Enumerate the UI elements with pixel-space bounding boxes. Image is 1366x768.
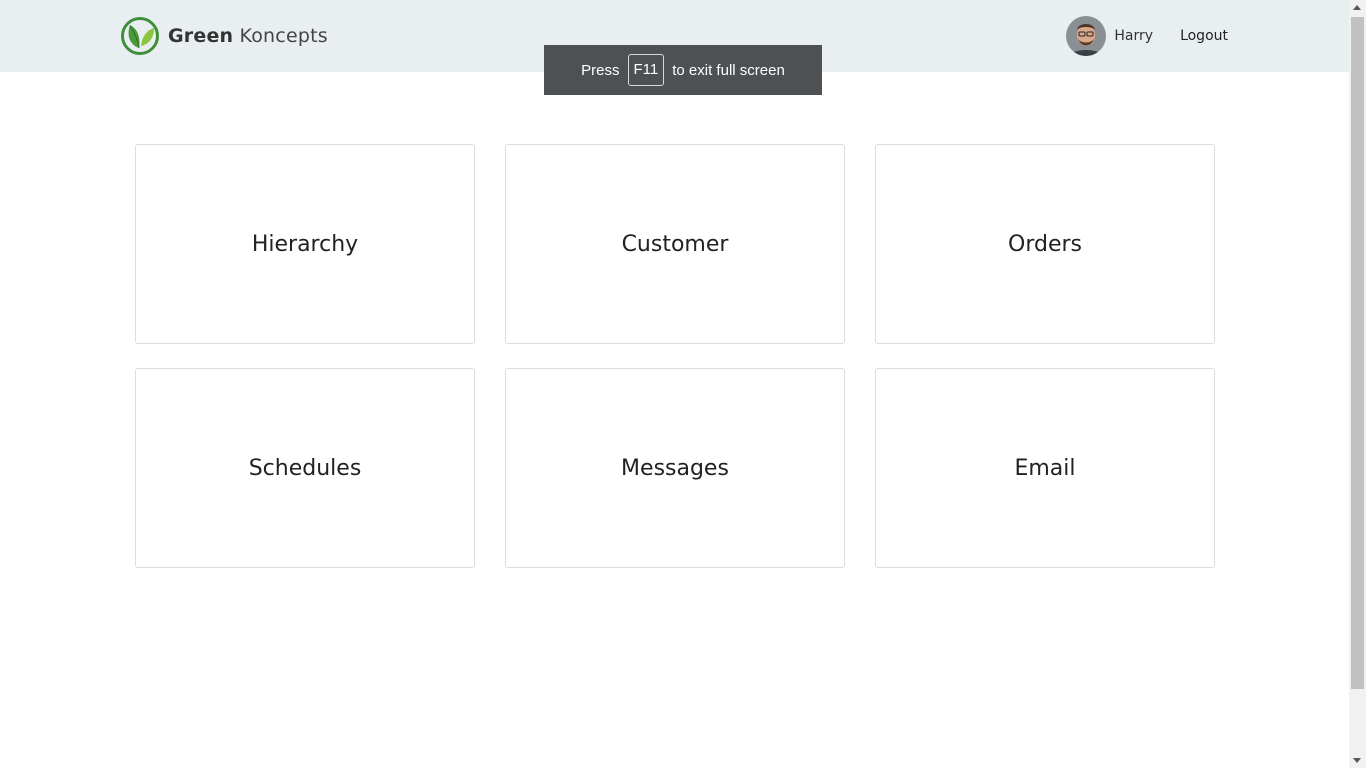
tile-label: Schedules (248, 455, 362, 481)
brand-link[interactable]: Green Koncepts (120, 16, 328, 56)
tile-label: Hierarchy (251, 231, 359, 257)
tile-customer[interactable]: Customer (505, 144, 845, 344)
tile-hierarchy[interactable]: Hierarchy (135, 144, 475, 344)
page: Green Koncepts Harry Logout Press F11 to… (0, 0, 1366, 768)
user-menu: Harry Logout (1066, 16, 1228, 56)
scroll-up-arrow-icon[interactable] (1353, 5, 1361, 10)
tile-label: Customer (621, 231, 729, 257)
brand-name: Green Koncepts (168, 25, 328, 47)
scroll-thumb[interactable] (1351, 17, 1364, 689)
tile-schedules[interactable]: Schedules (135, 368, 475, 568)
brand-name-light: Koncepts (239, 25, 328, 47)
fullscreen-notice: Press F11 to exit full screen (544, 45, 822, 95)
brand-name-bold: Green (168, 25, 234, 47)
dashboard-tiles: Hierarchy Customer Orders Schedules Mess… (135, 144, 1215, 568)
fullscreen-key: F11 (627, 54, 665, 86)
avatar[interactable] (1066, 16, 1107, 56)
tile-email[interactable]: Email (875, 368, 1215, 568)
tile-messages[interactable]: Messages (505, 368, 845, 568)
fullscreen-notice-suffix: to exit full screen (672, 61, 785, 79)
user-name: Harry (1114, 28, 1154, 44)
logout-link[interactable]: Logout (1180, 28, 1228, 44)
vertical-scrollbar[interactable] (1349, 0, 1366, 768)
fullscreen-notice-prefix: Press (581, 61, 620, 79)
tile-label: Orders (1008, 231, 1082, 257)
scroll-down-arrow-icon[interactable] (1353, 758, 1361, 763)
tile-label: Messages (621, 455, 729, 481)
tile-orders[interactable]: Orders (875, 144, 1215, 344)
leaf-logo-icon (120, 16, 160, 56)
tile-label: Email (1014, 455, 1076, 481)
